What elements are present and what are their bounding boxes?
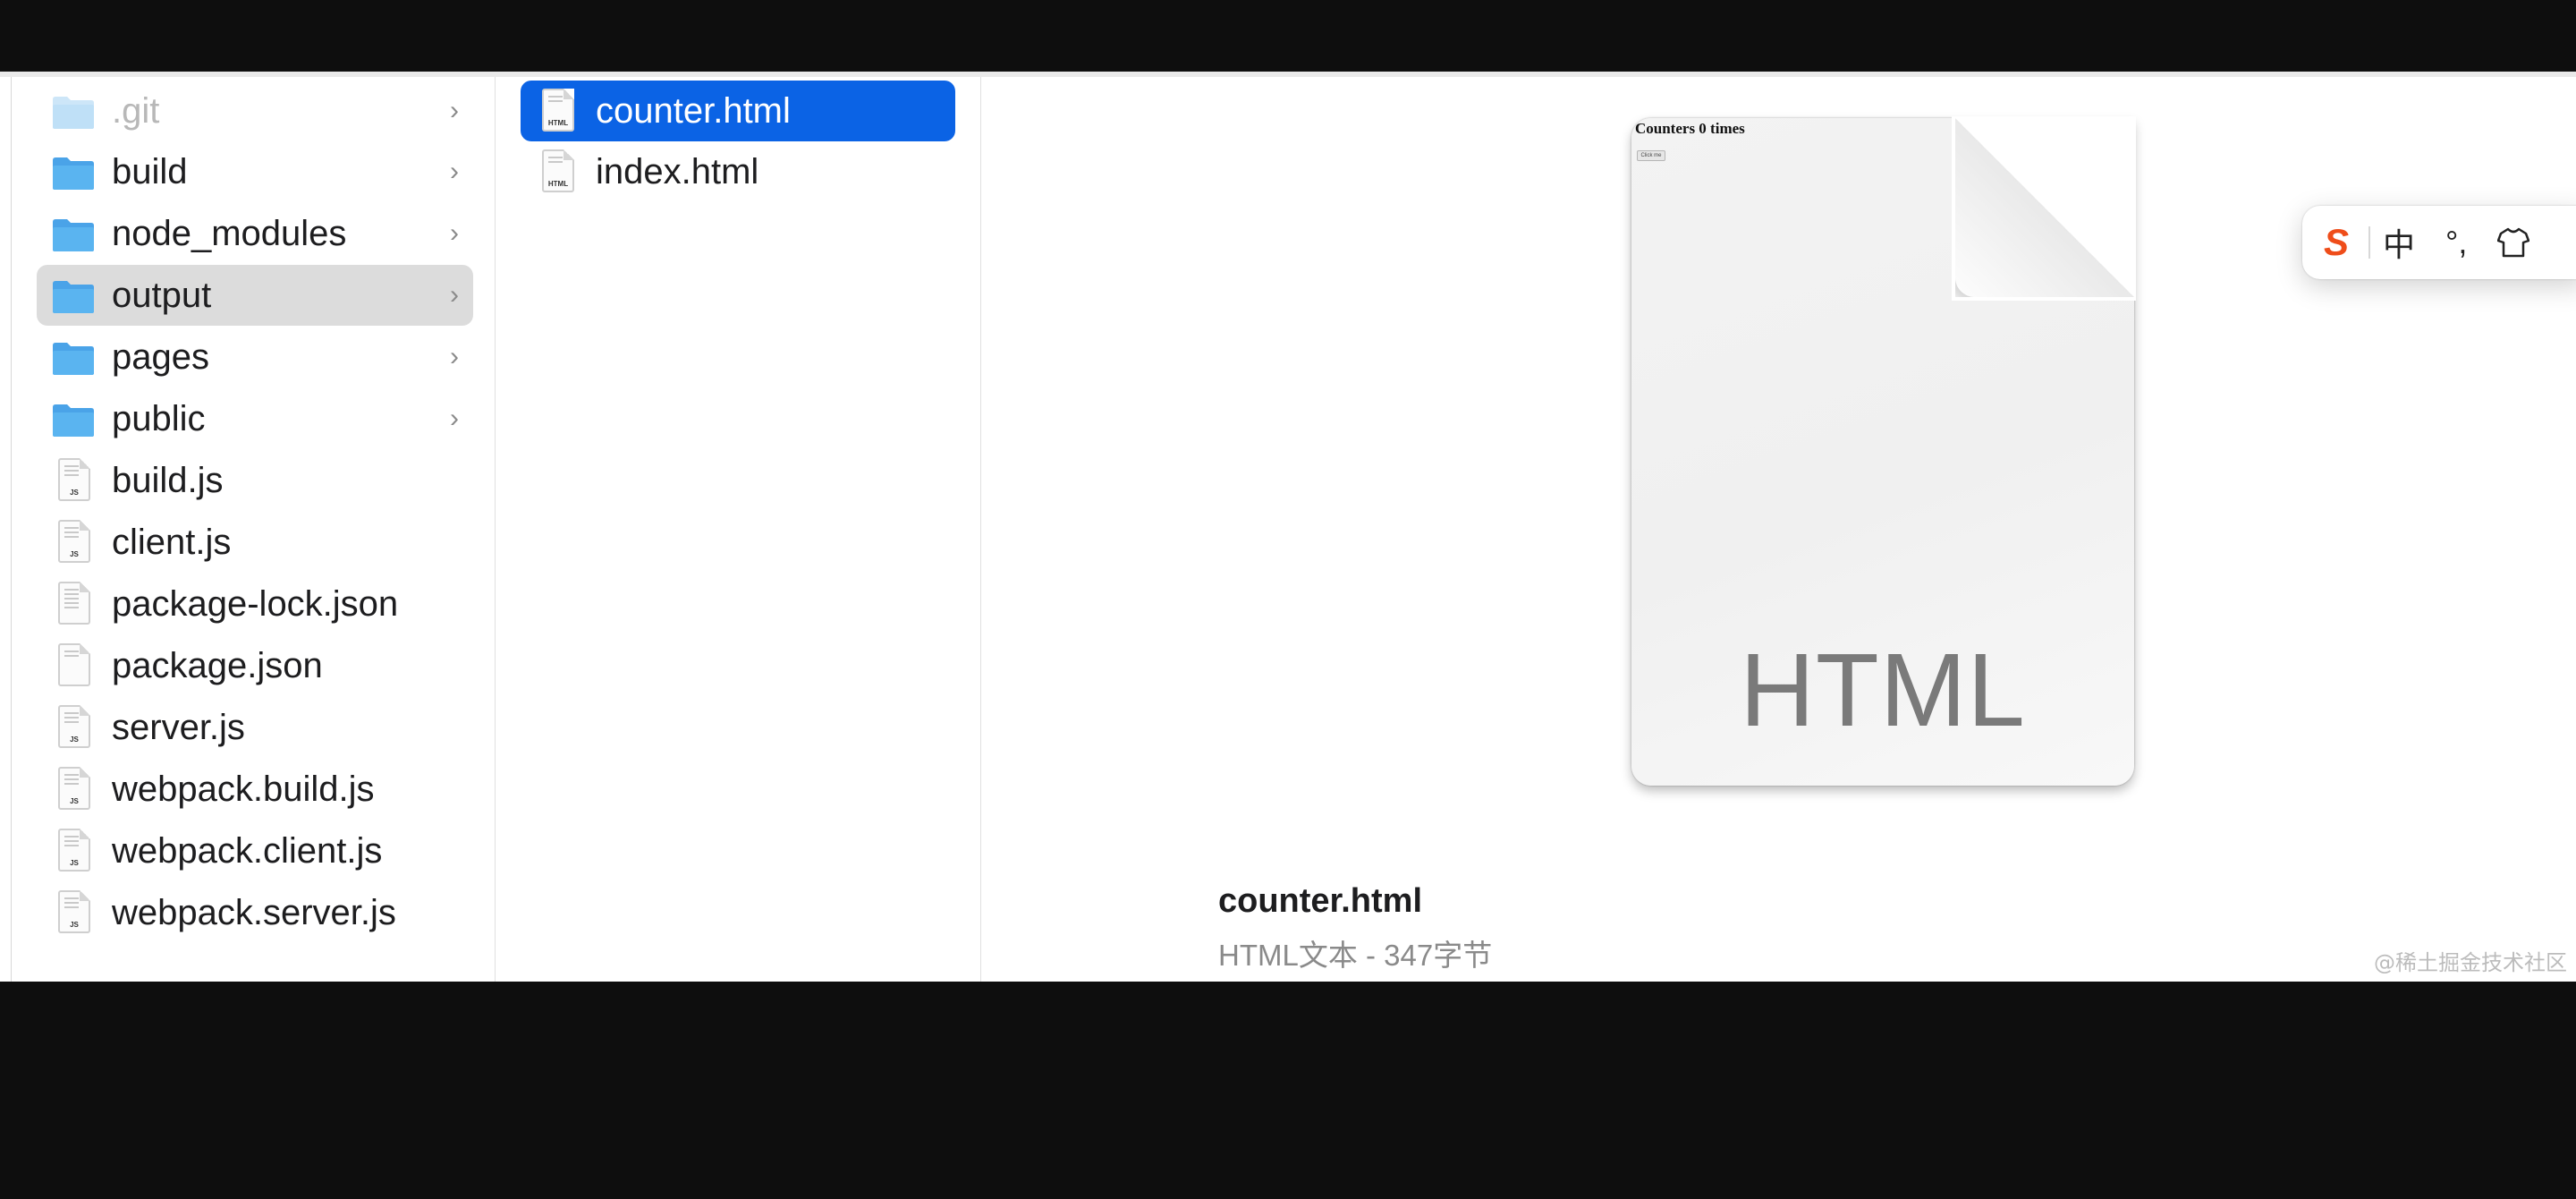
file-kind-label: HTML — [1740, 632, 2026, 748]
thumbnail-page-title: Counters 0 times — [1635, 120, 1745, 137]
sidebar-item-webpack-server-js[interactable]: JS webpack.server.js — [37, 882, 473, 943]
folder-icon — [51, 273, 96, 318]
document-icon: JS — [51, 458, 96, 503]
ime-toolbar[interactable]: S 中 °, — [2302, 206, 2576, 279]
document-icon: JS — [51, 829, 96, 873]
watermark: @稀土掘金技术社区 — [2374, 950, 2567, 975]
sidebar-item-public[interactable]: public › — [37, 388, 473, 449]
divider — [2368, 226, 2370, 259]
ime-punct-toggle[interactable]: °, — [2445, 224, 2467, 261]
sidebar-item-server-js[interactable]: JS server.js — [37, 697, 473, 758]
document-icon: JS — [51, 890, 96, 935]
item-label: package.json — [112, 645, 323, 685]
document-icon — [51, 643, 96, 688]
sidebar-item-git[interactable]: .git › — [37, 81, 473, 141]
folder-icon — [51, 396, 96, 441]
thumbnail-button: Click me — [1637, 150, 1665, 161]
chevron-right-icon: › — [450, 280, 459, 310]
item-label: index.html — [596, 151, 759, 191]
item-label: public — [112, 398, 206, 438]
sidebar-item-webpack-client-js[interactable]: JS webpack.client.js — [37, 821, 473, 881]
sidebar-item-node-modules[interactable]: node_modules › — [37, 203, 473, 264]
item-label: build.js — [112, 460, 224, 500]
chevron-right-icon: › — [450, 342, 459, 371]
sidebar-item-build-js[interactable]: JS build.js — [37, 450, 473, 511]
file-info: counter.html HTML文本 - 347字节 — [1218, 882, 1492, 974]
item-label: pages — [112, 336, 209, 377]
item-label: webpack.build.js — [112, 769, 375, 809]
file-item-counter-html[interactable]: HTML counter.html — [521, 81, 955, 141]
sidebar-item-client-js[interactable]: JS client.js — [37, 512, 473, 573]
item-label: webpack.server.js — [112, 892, 396, 932]
shirt-icon[interactable] — [2497, 227, 2530, 258]
chevron-right-icon: › — [450, 96, 459, 125]
item-label: webpack.client.js — [112, 830, 383, 871]
folder-icon — [51, 89, 96, 133]
document-icon: JS — [51, 520, 96, 565]
item-label: server.js — [112, 707, 245, 747]
output-column: HTML counter.html HTML index.html — [496, 77, 981, 982]
sidebar-item-package-json[interactable]: package.json — [37, 635, 473, 696]
item-label: output — [112, 275, 212, 315]
sidebar-item-package-lock-json[interactable]: package-lock.json — [37, 574, 473, 634]
chevron-right-icon: › — [450, 404, 459, 433]
file-item-index-html[interactable]: HTML index.html — [521, 141, 955, 202]
finder-window: .git › build › node_modules › output › p… — [0, 72, 2576, 982]
item-label: node_modules — [112, 213, 347, 253]
document-icon: JS — [51, 767, 96, 812]
item-label: counter.html — [596, 90, 791, 131]
item-label: .git — [112, 90, 160, 131]
sidebar-item-output[interactable]: output › — [37, 265, 473, 326]
folder-icon — [51, 149, 96, 194]
preview-filename: counter.html — [1218, 882, 1423, 920]
document-icon: HTML — [535, 149, 580, 194]
directory-column: .git › build › node_modules › output › p… — [11, 77, 496, 982]
preview-meta: HTML文本 - 347字节 — [1218, 939, 1493, 972]
chevron-right-icon: › — [450, 218, 459, 248]
document-icon: HTML — [535, 89, 580, 133]
sidebar-item-build[interactable]: build › — [37, 141, 473, 202]
file-thumbnail: Counters 0 times Click me HTML — [1631, 116, 2136, 786]
chevron-right-icon: › — [450, 157, 459, 186]
item-label: client.js — [112, 522, 232, 562]
sogou-logo-icon[interactable]: S — [2324, 221, 2363, 264]
folder-icon — [51, 335, 96, 379]
document-icon: JS — [51, 705, 96, 750]
item-label: package-lock.json — [112, 583, 399, 624]
sidebar-item-webpack-build-js[interactable]: JS webpack.build.js — [37, 759, 473, 820]
ime-mode-toggle[interactable]: 中 — [2383, 219, 2415, 266]
document-icon — [51, 582, 96, 626]
folder-icon — [51, 211, 96, 256]
item-label: build — [112, 151, 188, 191]
preview-pane: Counters 0 times Click me HTML counter.h… — [981, 77, 2576, 982]
sidebar-item-pages[interactable]: pages › — [37, 327, 473, 387]
